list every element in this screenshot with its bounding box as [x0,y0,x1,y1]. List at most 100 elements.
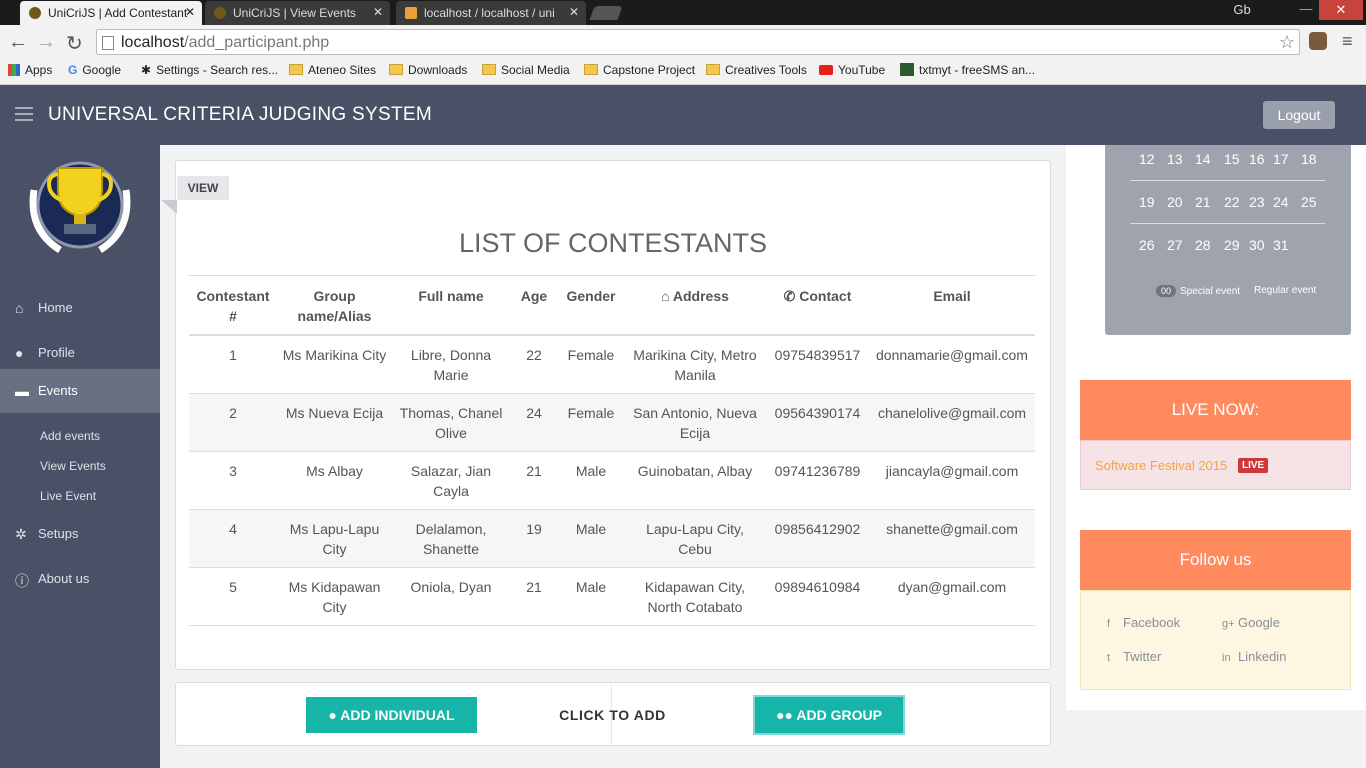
calendar-day[interactable]: 25 [1301,194,1317,210]
facebook-link[interactable]: f Facebook [1107,615,1180,630]
bookmark-star-icon[interactable]: ☆ [1279,32,1295,53]
app-header: UNIVERSAL CRITERIA JUDGING SYSTEM Logout [0,85,1366,145]
bookmark-youtube[interactable]: YouTube [819,63,885,77]
google-link[interactable]: g+ Google [1222,615,1280,630]
sidebar-item-label: Setups [38,526,79,541]
profile-badge[interactable]: Gb [1232,2,1252,22]
close-window-icon[interactable]: ✕ [1319,0,1363,20]
calendar-day[interactable]: 12 [1139,151,1155,167]
col-header-full-name: Full name [392,275,510,336]
app-title: UNIVERSAL CRITERIA JUDGING SYSTEM [48,104,432,125]
folder-icon: ▬ [15,383,29,399]
tab-view-events[interactable]: UniCriJS | View Events ✕ [205,1,390,25]
calendar-day[interactable]: 26 [1139,237,1155,253]
calendar-day[interactable]: 19 [1139,194,1155,210]
calendar-day[interactable]: 30 [1249,237,1265,253]
site-favicon-icon [29,7,41,19]
calendar-day[interactable]: 29 [1224,237,1240,253]
col-header-age: Age [510,275,558,336]
calendar-day[interactable]: 23 [1249,194,1265,210]
bookmark-social-media[interactable]: Social Media [482,63,570,77]
tab-close-icon[interactable]: ✕ [373,5,383,19]
tab-close-icon[interactable]: ✕ [185,5,195,19]
calendar-day[interactable]: 31 [1273,237,1289,253]
menu-icon[interactable]: ≡ [1342,31,1353,52]
twitter-link[interactable]: t Twitter [1107,649,1161,664]
cell-age: 21 [510,451,558,510]
minimize-icon[interactable]: — [1293,1,1319,21]
cell-contact: 09894610984 [766,567,869,626]
linkedin-link[interactable]: in Linkedin [1222,649,1286,664]
add-group-button[interactable]: ●● ADD GROUP [755,697,903,733]
sidebar-item-events[interactable]: ▬ Events [0,369,160,413]
cell-full-name: Libre, Donna Marie [392,334,510,394]
youtube-icon [819,65,833,75]
bookmark-apps[interactable]: Apps [8,63,52,77]
address-bar[interactable]: localhost/add_participant.php ☆ [96,29,1300,55]
bookmark-creatives[interactable]: Creatives Tools [706,63,807,77]
logout-button[interactable]: Logout [1263,101,1335,129]
bookmark-ateneo[interactable]: Ateneo Sites [289,63,376,77]
tab-phpmyadmin[interactable]: localhost / localhost / uni ✕ [396,1,586,25]
add-individual-button[interactable]: ● ADD INDIVIDUAL [306,697,477,733]
cell-contact: 09741236789 [766,451,869,510]
cell-number: 3 [189,451,277,510]
col-header-email: Email [869,275,1035,336]
tab-add-contestant[interactable]: UniCriJS | Add Contestant ✕ [20,1,202,25]
sidebar-subitem-add-events[interactable]: Add events [40,429,100,443]
phone-icon: ✆ [783,288,800,304]
click-to-add-label: CLICK TO ADD [559,707,666,723]
bookmark-capstone[interactable]: Capstone Project [584,63,695,77]
sidebar-subitem-view-events[interactable]: View Events [40,459,106,473]
table-row: 4 Ms Lapu-Lapu City Delalamon, Shanette … [189,509,1035,568]
new-tab-button[interactable] [589,6,623,20]
calendar-day[interactable]: 18 [1301,151,1317,167]
calendar-day[interactable]: 13 [1167,151,1183,167]
calendar-day[interactable]: 28 [1195,237,1211,253]
bookmark-downloads[interactable]: Downloads [389,63,467,77]
bookmark-google[interactable]: G Google [68,63,121,77]
hamburger-menu-icon[interactable] [15,107,33,121]
browser-chrome: UniCriJS | Add Contestant ✕ UniCriJS | V… [0,0,1366,85]
sidebar-item-home[interactable]: ⌂ Home [0,286,160,330]
sidebar-item-about[interactable]: ⓘ About us [0,557,160,601]
cell-address: San Antonio, Nueva Ecija [624,393,766,452]
table-row: 2 Ms Nueva Ecija Thomas, Chanel Olive 24… [189,393,1035,452]
reload-icon[interactable]: ↻ [66,31,83,56]
cell-email: shanette@gmail.com [869,509,1035,568]
instagram-extension-icon[interactable] [1309,32,1327,50]
calendar-day[interactable]: 20 [1167,194,1183,210]
back-icon[interactable]: ← [8,31,28,54]
table-header-row: Contestant # Group name/Alias Full name … [189,275,1035,336]
user-icon: ● [328,707,341,723]
bookmark-txtmyt[interactable]: txtmyt - freeSMS an... [900,63,1035,77]
cell-address: Guinobatan, Albay [624,451,766,510]
sidebar-subitem-live-event[interactable]: Live Event [40,489,96,503]
folder-icon [289,64,303,75]
calendar-day[interactable]: 14 [1195,151,1211,167]
tab-strip: UniCriJS | Add Contestant ✕ UniCriJS | V… [0,0,1366,25]
tab-title: UniCriJS | View Events [233,6,356,20]
calendar-day[interactable]: 16 [1249,151,1265,167]
bookmark-settings[interactable]: ✱ Settings - Search res... [141,63,278,77]
calendar-day[interactable]: 27 [1167,237,1183,253]
forward-icon[interactable]: → [36,31,56,54]
tab-close-icon[interactable]: ✕ [569,5,579,19]
url-path: /add_participant.php [184,34,330,51]
calendar-day[interactable]: 22 [1224,194,1240,210]
cell-contact: 09754839517 [766,334,869,394]
cell-gender: Female [558,393,624,452]
folder-icon [389,64,403,75]
sidebar-item-setups[interactable]: ✲ Setups [0,512,160,556]
cell-full-name: Salazar, Jian Cayla [392,451,510,510]
cell-email: jiancayla@gmail.com [869,451,1035,510]
calendar-day[interactable]: 21 [1195,194,1211,210]
calendar-day[interactable]: 17 [1273,151,1289,167]
live-event-link[interactable]: Software Festival 2015 [1095,458,1227,473]
cell-address: Kidapawan City, North Cotabato [624,567,766,626]
calendar-divider [1130,180,1325,181]
calendar-day[interactable]: 24 [1273,194,1289,210]
google-plus-icon: g+ [1222,618,1235,630]
calendar-day[interactable]: 15 [1224,151,1240,167]
follow-us-heading: Follow us [1080,530,1351,590]
